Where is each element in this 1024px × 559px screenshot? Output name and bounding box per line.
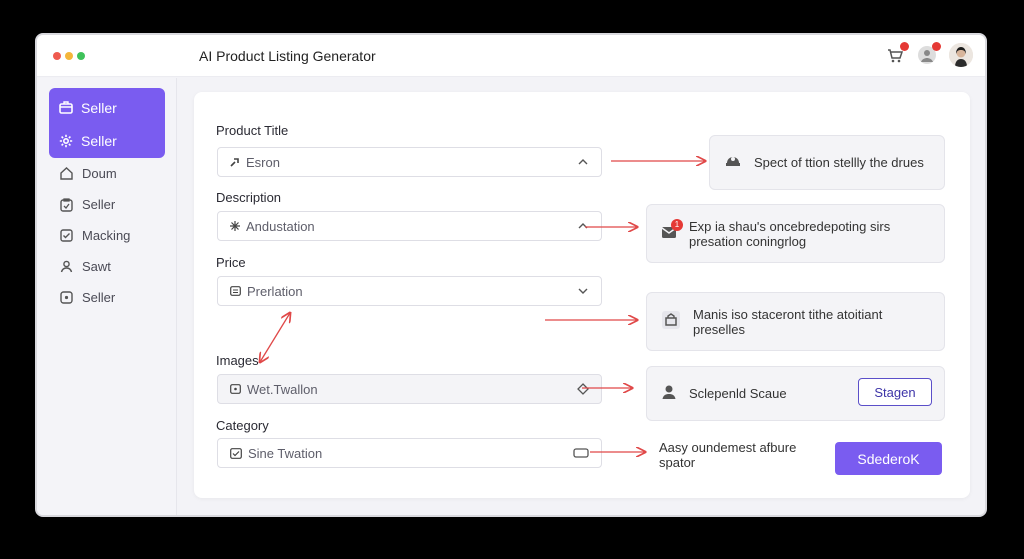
diamond-icon[interactable] bbox=[577, 383, 589, 395]
sidebar-item-seller-clipboard[interactable]: Seller bbox=[49, 189, 165, 220]
category-label: Category bbox=[216, 418, 269, 433]
stagen-button[interactable]: Stagen bbox=[858, 378, 932, 406]
sidebar-item-label: Seller bbox=[81, 132, 117, 149]
category-value: Sine Twation bbox=[248, 445, 323, 461]
images-label: Images bbox=[216, 353, 259, 368]
sidebar-item-label: Seller bbox=[82, 290, 116, 305]
sdederok-button[interactable]: SdederoK bbox=[835, 442, 942, 475]
suggestion-badge: 1 bbox=[671, 219, 683, 231]
product-title-label: Product Title bbox=[216, 123, 289, 138]
suggestion-text: Manis iso staceront tithe atoitiant pres… bbox=[693, 306, 883, 337]
suggestion-panel-title[interactable]: Spect of ttion stellly the drues bbox=[709, 135, 945, 190]
price-input[interactable]: Prerlation bbox=[217, 276, 602, 306]
mail-icon: 1 bbox=[661, 219, 683, 242]
checkbox-icon bbox=[230, 447, 242, 459]
box-icon bbox=[59, 100, 73, 114]
person-icon bbox=[60, 260, 73, 273]
cart-badge bbox=[900, 42, 909, 51]
listing-form-card: Product Title Esron Description Andustat… bbox=[194, 92, 970, 498]
suggestion-text: Sclepenld Scaue bbox=[689, 386, 787, 401]
sidebar-active-group: Seller Seller bbox=[49, 88, 165, 158]
category-input[interactable]: Sine Twation bbox=[217, 438, 602, 468]
app-title: AI Product Listing Generator bbox=[199, 48, 376, 64]
image-icon bbox=[230, 384, 241, 394]
suggestion-text: Spect of ttion stellly the drues bbox=[754, 155, 924, 170]
sidebar-item-label: Seller bbox=[81, 99, 117, 116]
avatar[interactable] bbox=[949, 43, 973, 67]
sidebar-item-label: Macking bbox=[82, 228, 131, 243]
gear-icon bbox=[59, 134, 73, 147]
chevron-down-icon[interactable] bbox=[577, 285, 589, 297]
sidebar-nav: Doum Seller Macking Sawt Seller bbox=[49, 158, 165, 313]
face-icon bbox=[724, 153, 742, 172]
sidebar-item-seller-add[interactable]: Seller bbox=[49, 282, 165, 313]
images-input[interactable]: Wet.Twallon bbox=[217, 374, 602, 404]
description-value: Andustation bbox=[246, 218, 315, 234]
check-square-icon bbox=[60, 229, 73, 242]
product-title-value: Esron bbox=[246, 154, 280, 170]
toggle-icon[interactable] bbox=[573, 447, 589, 459]
lock-icon bbox=[661, 310, 681, 333]
list-icon bbox=[230, 286, 241, 296]
plus-square-icon bbox=[60, 291, 73, 304]
suggestion-panel-description[interactable]: 1 Exp ia shau's oncebredepoting sirs pre… bbox=[646, 204, 945, 263]
maximize-window-icon[interactable] bbox=[77, 52, 85, 60]
sidebar-item-doum[interactable]: Doum bbox=[49, 158, 165, 189]
product-title-input[interactable]: Esron bbox=[217, 147, 602, 177]
sidebar-item-macking[interactable]: Macking bbox=[49, 220, 165, 251]
sparkle-icon bbox=[230, 221, 240, 231]
category-suggestion-text: Aasy oundemest afbure spator bbox=[659, 440, 797, 470]
sidebar-item-sawt[interactable]: Sawt bbox=[49, 251, 165, 282]
sidebar-item-label: Doum bbox=[82, 166, 117, 181]
suggestion-panel-images[interactable]: Sclepenld Scaue Stagen bbox=[646, 366, 945, 421]
price-value: Prerlation bbox=[247, 283, 303, 299]
clipboard-icon bbox=[60, 198, 73, 212]
images-value: Wet.Twallon bbox=[247, 381, 318, 397]
sidebar-item-label: Seller bbox=[82, 197, 116, 212]
user-bell-icon[interactable] bbox=[917, 42, 941, 65]
sidebar-item-label: Sawt bbox=[82, 259, 111, 274]
price-label: Price bbox=[216, 255, 246, 270]
description-input[interactable]: Andustation bbox=[217, 211, 602, 241]
cart-icon[interactable] bbox=[885, 42, 909, 65]
sidebar-item-seller-settings[interactable]: Seller bbox=[49, 124, 165, 157]
chevron-up-icon[interactable] bbox=[577, 156, 589, 168]
suggestion-text: Exp ia shau's oncebredepoting sirs presa… bbox=[689, 218, 891, 249]
close-window-icon[interactable] bbox=[53, 52, 61, 60]
person-icon bbox=[661, 384, 677, 403]
tag-icon bbox=[230, 158, 239, 167]
sidebar: Seller Seller Doum Seller Macking Sawt S… bbox=[37, 78, 177, 515]
suggestion-panel-price[interactable]: Manis iso staceront tithe atoitiant pres… bbox=[646, 292, 945, 351]
description-label: Description bbox=[216, 190, 282, 205]
title-bar: AI Product Listing Generator bbox=[37, 35, 985, 77]
sidebar-item-seller-box[interactable]: Seller bbox=[49, 91, 165, 124]
chevron-up-icon[interactable] bbox=[577, 220, 589, 232]
minimize-window-icon[interactable] bbox=[65, 52, 73, 60]
home-icon bbox=[60, 167, 73, 180]
app-window: AI Product Listing Generator Seller Sell… bbox=[35, 33, 987, 517]
notification-badge bbox=[932, 42, 941, 51]
